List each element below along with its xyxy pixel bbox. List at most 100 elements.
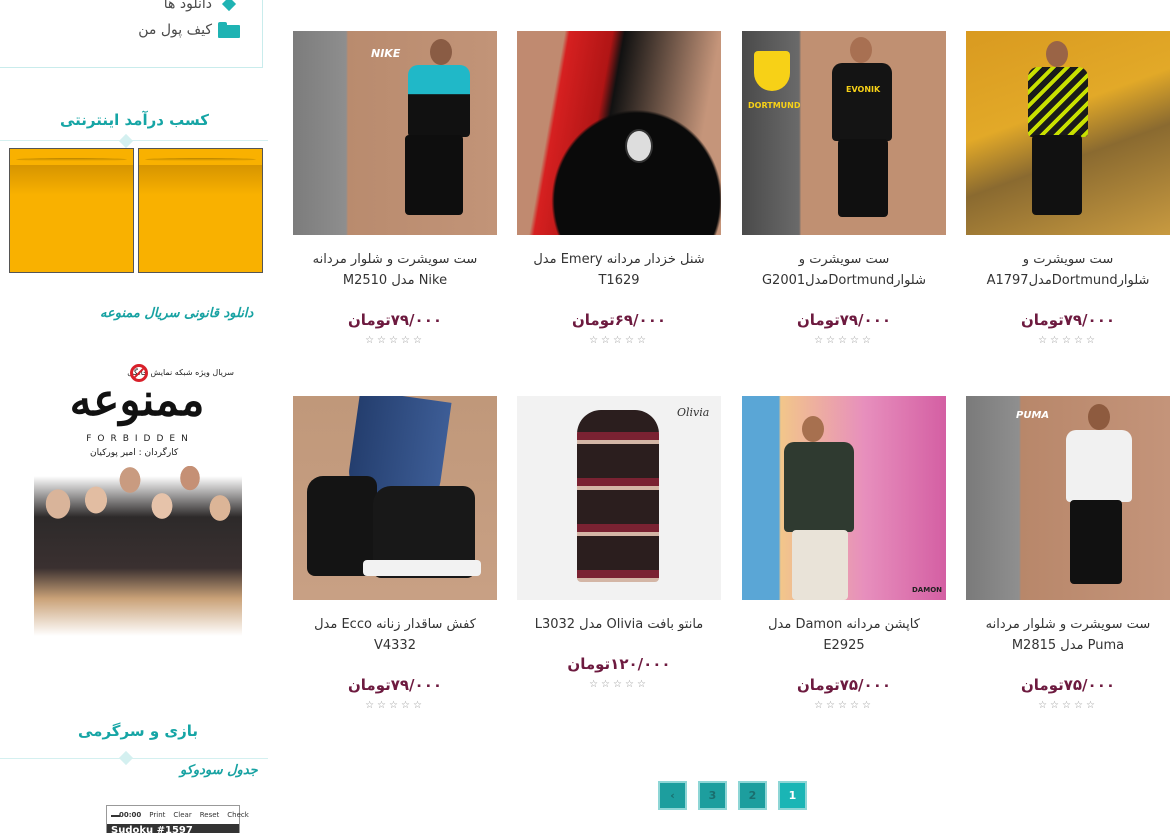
product-image[interactable]	[517, 31, 721, 235]
model-head	[802, 416, 824, 442]
bvb-crest-icon	[754, 51, 790, 91]
product-image[interactable]	[966, 31, 1170, 235]
rating-stars: ☆☆☆☆☆	[365, 700, 425, 711]
product-name[interactable]: ست سویشرت و شلوار مردانه Puma مدل M2815	[966, 614, 1170, 656]
product-card[interactable]: شنل خزدار مردانه Emery مدل T1629 ۶۹/۰۰۰ت…	[517, 31, 721, 346]
model-head	[850, 37, 872, 63]
shoe-sole-image	[363, 560, 481, 576]
product-name[interactable]: ست سویشرت و شلوارDortmundمدلG2001	[742, 249, 946, 291]
product-price: ۷۵/۰۰۰تومان	[1020, 676, 1116, 694]
pagination: ‹ 3 2 1	[658, 781, 807, 810]
page-1-button[interactable]: 1	[778, 781, 807, 810]
model-legs	[838, 139, 888, 217]
prev-page-button[interactable]: ‹	[658, 781, 687, 810]
sudoku-clear[interactable]: Clear	[173, 811, 191, 819]
model-legs	[1070, 500, 1122, 584]
rating-stars: ☆☆☆☆☆	[365, 335, 425, 346]
chevron-left-icon: ‹	[670, 789, 675, 802]
poster-cast-image	[34, 466, 242, 636]
rating-stars: ☆☆☆☆☆	[589, 335, 649, 346]
product-image[interactable]: PUMA	[966, 396, 1170, 600]
series-poster[interactable]: سریال ویژه شبکه نمایش خانگی ممنوعه FORBI…	[30, 348, 244, 644]
product-name[interactable]: مانتو بافت Olivia مدل L3032	[517, 614, 721, 635]
damon-label: DAMON	[912, 586, 943, 594]
title-notch	[118, 133, 134, 149]
model-legs	[792, 530, 848, 600]
poster-director: کارگردان : امیر پورکیان	[90, 448, 179, 458]
nike-logo: NIKE	[371, 47, 401, 60]
product-card[interactable]: NIKE ست سویشرت و شلوار مردانه Nike مدل M…	[293, 31, 497, 346]
model-torso	[1066, 430, 1132, 502]
prohibited-icon	[130, 364, 148, 382]
model-torso	[408, 65, 470, 137]
sudoku-print[interactable]: Print	[149, 811, 165, 819]
olivia-logo: Olivia	[677, 406, 710, 419]
model-head	[1046, 41, 1068, 67]
product-name[interactable]: ست سویشرت و شلوار مردانه Nike مدل M2510	[293, 249, 497, 291]
earn-widget-title: کسب درآمد اینترنتی	[60, 111, 210, 129]
rating-stars: ☆☆☆☆☆	[589, 679, 649, 690]
product-card[interactable]: Olivia مانتو بافت Olivia مدل L3032 ۱۲۰/۰…	[517, 396, 721, 690]
sudoku-toolbar: 00:00 Print Clear Reset Check	[107, 806, 249, 824]
product-price: ۱۲۰/۰۰۰تومان	[567, 655, 671, 673]
coat-image	[577, 410, 659, 582]
model-torso	[1028, 67, 1088, 137]
product-image[interactable]	[293, 396, 497, 600]
title-notch	[118, 750, 134, 766]
poster-title: ممنوعه	[69, 375, 207, 426]
sudoku-header: Sudoku #1597	[107, 824, 239, 833]
series-widget-title: دانلود قانونی سریال ممنوعه	[100, 306, 254, 321]
rating-stars: ☆☆☆☆☆	[814, 335, 874, 346]
divider	[0, 758, 268, 759]
badge-icon	[625, 129, 653, 163]
ad-banner-right[interactable]	[138, 148, 263, 273]
sudoku-widget-title: جدول سودوکو	[180, 763, 258, 778]
product-price: ۷۹/۰۰۰تومان	[347, 311, 443, 329]
model-torso	[832, 63, 892, 141]
product-card[interactable]: ست سویشرت و شلوارDortmundمدلA1797 ۷۹/۰۰۰…	[966, 31, 1170, 346]
product-card[interactable]: PUMA ست سویشرت و شلوار مردانه Puma مدل M…	[966, 396, 1170, 711]
link-downloads-label: دانلود ها	[163, 0, 212, 12]
model-torso	[784, 442, 854, 532]
sudoku-reset[interactable]: Reset	[200, 811, 220, 819]
page-2-button[interactable]: 2	[738, 781, 767, 810]
link-wallet-label: کیف پول من	[138, 22, 212, 38]
product-image[interactable]: NIKE	[293, 31, 497, 235]
poster-english-title: FORBIDDEN	[86, 434, 194, 444]
product-price: ۷۵/۰۰۰تومان	[796, 676, 892, 694]
product-price: ۷۹/۰۰۰تومان	[796, 311, 892, 329]
product-price: ۷۹/۰۰۰تومان	[347, 676, 443, 694]
rating-stars: ☆☆☆☆☆	[1038, 335, 1098, 346]
product-name[interactable]: کاپشن مردانه Damon مدل E2925	[742, 614, 946, 656]
model-head	[1088, 404, 1110, 430]
product-image[interactable]: Olivia	[517, 396, 721, 600]
model-legs	[405, 135, 463, 215]
product-card[interactable]: کفش ساقدار زنانه Ecco مدل V4332 ۷۹/۰۰۰تو…	[293, 396, 497, 711]
games-widget-title: بازی و سرگرمی	[78, 722, 199, 740]
link-downloads[interactable]: دانلود ها	[164, 0, 240, 12]
diamond-icon	[221, 0, 237, 12]
product-card[interactable]: DAMON کاپشن مردانه Damon مدل E2925 ۷۵/۰۰…	[742, 396, 946, 711]
sidebar: دانلود ها کیف پول من کسب درآمد اینترنتی …	[0, 0, 270, 833]
product-name[interactable]: شنل خزدار مردانه Emery مدل T1629	[517, 249, 721, 291]
evonik-label: EVONIK	[846, 85, 881, 94]
model-legs	[1032, 135, 1082, 215]
page-3-button[interactable]: 3	[698, 781, 727, 810]
model-head	[430, 39, 452, 65]
product-card[interactable]: DORTMUND EVONIK ست سویشرت و شلوارDortmun…	[742, 31, 946, 346]
link-wallet[interactable]: کیف پول من	[138, 22, 240, 38]
sudoku-timer: 00:00	[119, 811, 142, 819]
sudoku-widget[interactable]: 00:00 Print Clear Reset Check Sudoku #15…	[106, 805, 249, 833]
sudoku-check[interactable]: Check	[227, 811, 249, 819]
dortmund-label: DORTMUND	[748, 101, 801, 110]
folder-icon	[218, 22, 240, 38]
puma-logo: PUMA	[1016, 410, 1050, 421]
user-links-box: دانلود ها کیف پول من	[0, 0, 263, 68]
product-price: ۶۹/۰۰۰تومان	[571, 311, 667, 329]
product-image[interactable]: DAMON	[742, 396, 946, 600]
product-name[interactable]: ست سویشرت و شلوارDortmundمدلA1797	[966, 249, 1170, 291]
product-name[interactable]: کفش ساقدار زنانه Ecco مدل V4332	[293, 614, 497, 656]
ad-banner-left[interactable]	[9, 148, 134, 273]
product-price: ۷۹/۰۰۰تومان	[1020, 311, 1116, 329]
product-image[interactable]: DORTMUND EVONIK	[742, 31, 946, 235]
